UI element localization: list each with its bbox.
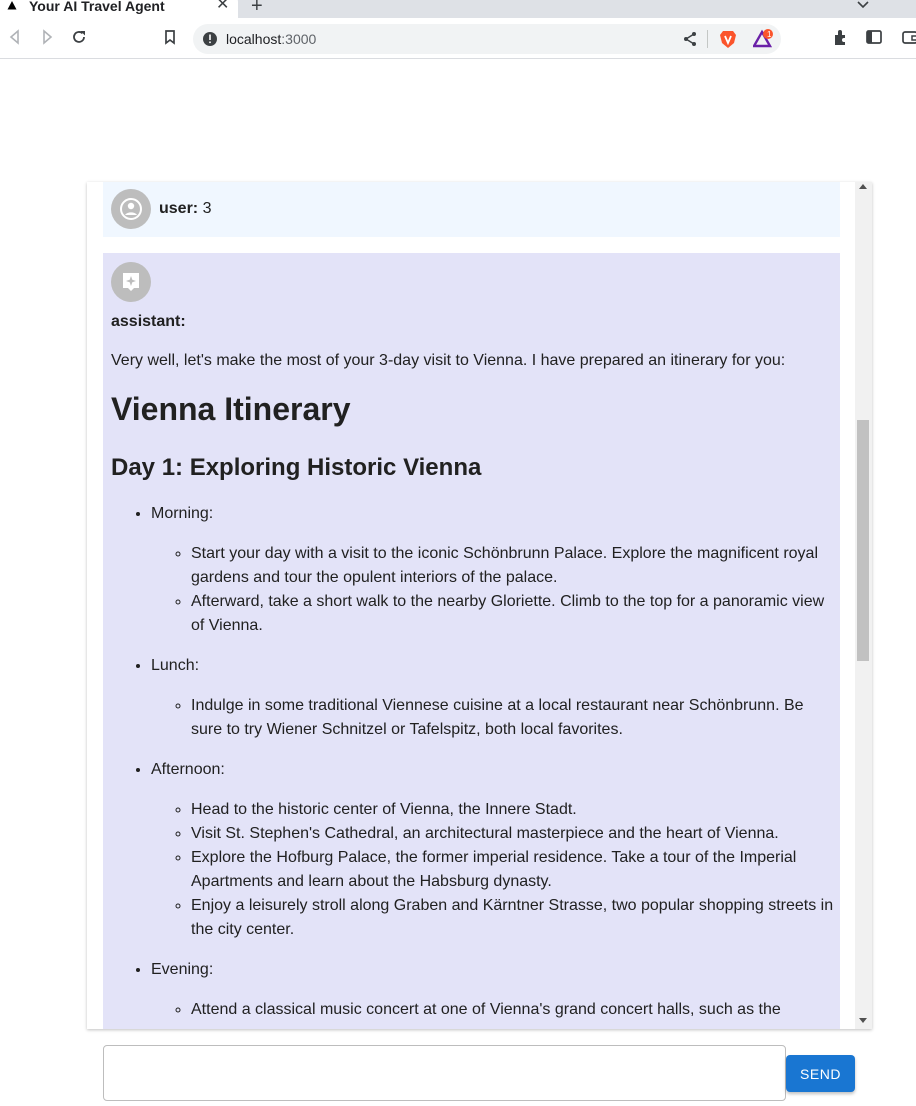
user-avatar [111, 189, 151, 229]
tab-title: Your AI Travel Agent [29, 0, 165, 14]
assistant-sparkle-icon [123, 273, 139, 291]
section-label: Afternoon: [151, 761, 225, 778]
section-label: Evening: [151, 961, 214, 978]
url-text[interactable]: localhost:3000 [226, 31, 316, 47]
url-host: localhost [226, 31, 282, 47]
assistant-avatar [111, 262, 151, 302]
address-bar[interactable]: localhost:3000 1 [193, 24, 781, 54]
omnibox-divider [707, 30, 708, 48]
section-label: Lunch: [151, 657, 200, 674]
tab-strip: Your AI Travel Agent ✕ + [0, 0, 916, 18]
assistant-message-body: Very well, let's make the most of your 3… [111, 349, 835, 1029]
list-item: Explore the Hofburg Palace, the former i… [191, 846, 835, 894]
message-input[interactable] [103, 1045, 786, 1101]
chat-scrollbar[interactable] [855, 182, 872, 1029]
person-icon [120, 198, 142, 220]
send-button[interactable]: SEND [786, 1055, 855, 1092]
list-item: Attend a classical music concert at one … [191, 998, 835, 1022]
user-message: user: 3 [103, 182, 840, 237]
browser-tab[interactable]: Your AI Travel Agent ✕ [0, 0, 238, 18]
brave-shields-icon[interactable] [719, 29, 737, 49]
section-lunch: Lunch: Indulge in some traditional Vienn… [151, 654, 835, 742]
site-info-icon[interactable] [202, 31, 218, 47]
user-message-line: user: 3 [159, 200, 211, 218]
share-icon[interactable] [682, 31, 698, 47]
chat-history[interactable]: user: 3 assistant: Very well, let's make… [87, 182, 872, 1029]
bookmark-icon[interactable] [160, 27, 180, 47]
user-message-text: 3 [202, 200, 212, 217]
section-morning: Morning: Start your day with a visit to … [151, 502, 835, 638]
extensions-icon[interactable] [831, 27, 851, 47]
scroll-down-arrow-icon[interactable] [859, 1018, 867, 1023]
assistant-message: assistant: Very well, let's make the mos… [103, 253, 840, 1029]
list-item: Start your day with a visit to the iconi… [191, 542, 835, 590]
tab-close-icon[interactable]: ✕ [216, 0, 229, 13]
assistant-intro: Very well, let's make the most of your 3… [111, 352, 786, 369]
section-items: Indulge in some traditional Viennese cui… [151, 694, 835, 742]
section-label: Morning: [151, 505, 214, 522]
section-items: Attend a classical music concert at one … [151, 998, 835, 1022]
assistant-role-label: assistant: [111, 313, 186, 330]
reload-icon[interactable] [69, 27, 89, 47]
section-evening: Evening: Attend a classical music concer… [151, 958, 835, 1022]
tab-search-chevron-icon[interactable] [855, 0, 871, 13]
day-heading: Day 1: Exploring Historic Vienna [111, 454, 482, 481]
scrollbar-thumb[interactable] [857, 420, 869, 661]
new-tab-button[interactable]: + [251, 0, 263, 16]
rewards-badge: 1 [767, 30, 772, 39]
list-item: Afterward, take a short walk to the near… [191, 590, 835, 638]
triangle-favicon-icon [7, 1, 17, 10]
forward-icon[interactable] [37, 27, 57, 47]
scroll-up-arrow-icon[interactable] [859, 184, 867, 189]
sidebar-icon[interactable] [864, 27, 884, 47]
browser-toolbar: localhost:3000 1 [0, 18, 916, 59]
itinerary-heading: Vienna Itinerary [111, 391, 351, 427]
back-icon[interactable] [5, 27, 25, 47]
section-items: Head to the historic center of Vienna, t… [151, 798, 835, 942]
user-role-label: user: [159, 200, 199, 217]
section-afternoon: Afternoon: Head to the historic center o… [151, 758, 835, 942]
list-item: Visit St. Stephen's Cathedral, an archit… [191, 822, 835, 846]
section-items: Start your day with a visit to the iconi… [151, 542, 835, 638]
list-item: Indulge in some traditional Viennese cui… [191, 694, 835, 742]
list-item: Enjoy a leisurely stroll along Graben an… [191, 894, 835, 942]
list-item: Head to the historic center of Vienna, t… [191, 798, 835, 822]
wallet-icon[interactable] [900, 27, 916, 47]
itinerary-sections: Morning: Start your day with a visit to … [111, 502, 835, 1022]
url-port: :3000 [281, 31, 317, 47]
